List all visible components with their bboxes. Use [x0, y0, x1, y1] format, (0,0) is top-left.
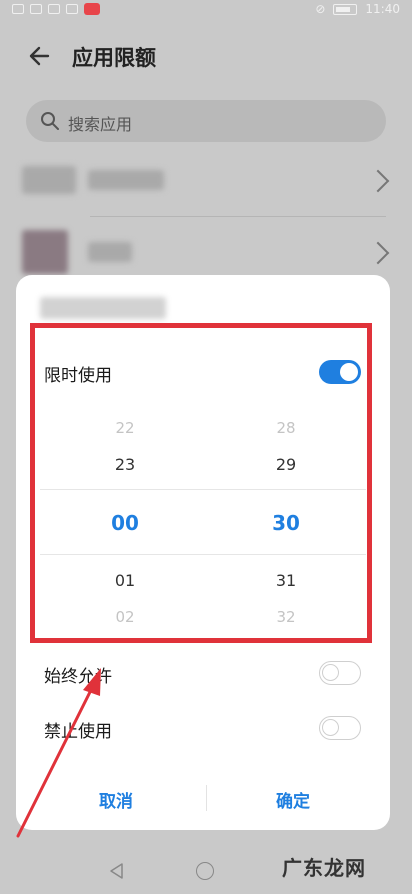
cancel-button[interactable]: 取消	[99, 787, 133, 812]
minute-option[interactable]: 29	[256, 455, 316, 474]
status-time: 11:40	[365, 2, 400, 16]
app-icon	[22, 230, 68, 274]
minute-option[interactable]: 31	[256, 571, 316, 590]
nav-back-icon[interactable]	[108, 862, 126, 880]
hour-option[interactable]: 22	[95, 419, 155, 437]
picker-selection-line	[40, 554, 366, 555]
lightning-icon	[66, 4, 78, 14]
forbid-use-toggle[interactable]	[319, 716, 361, 740]
minute-selected[interactable]: 30	[256, 511, 316, 535]
battery-icon	[333, 3, 358, 15]
confirm-button[interactable]: 确定	[276, 787, 310, 812]
app-icon	[22, 166, 76, 194]
chevron-right-icon	[366, 241, 390, 265]
minute-option[interactable]: 32	[256, 608, 316, 626]
hourglass-icon	[48, 4, 60, 14]
list-item[interactable]	[22, 230, 392, 274]
watermark: 广东龙网	[282, 856, 366, 880]
chevron-right-icon	[366, 169, 390, 193]
hour-selected[interactable]: 00	[95, 511, 155, 535]
hour-option[interactable]: 01	[95, 571, 155, 590]
status-icons-right: ⊘ 11:40	[315, 2, 400, 16]
status-icons-left	[12, 3, 100, 15]
hour-option[interactable]: 02	[95, 608, 155, 626]
sim-icon	[12, 4, 24, 14]
app-notification-icon	[84, 3, 100, 15]
nav-home-icon[interactable]	[196, 862, 214, 880]
time-picker[interactable]: 22 23 00 01 02 28 29 30 31 32	[16, 275, 390, 655]
status-bar: ⊘ 11:40	[0, 0, 412, 22]
divider	[90, 216, 386, 217]
picker-selection-line	[40, 489, 366, 490]
time-limit-dialog: 限时使用 22 23 00 01 02 28 29 30 31 32 始终允许 …	[16, 275, 390, 830]
wifi-icon	[30, 4, 42, 14]
app-name	[88, 242, 132, 262]
page-title: 应用限额	[72, 46, 156, 70]
search-input[interactable]: 搜索应用	[26, 100, 386, 142]
action-divider	[206, 785, 207, 811]
list-item[interactable]	[22, 162, 392, 202]
always-allow-label: 始终允许	[44, 667, 112, 687]
minute-option[interactable]: 28	[256, 419, 316, 437]
forbid-use-label: 禁止使用	[44, 722, 112, 742]
hour-option[interactable]: 23	[95, 455, 155, 474]
search-icon	[40, 111, 60, 131]
search-placeholder: 搜索应用	[68, 115, 133, 134]
always-allow-toggle[interactable]	[319, 661, 361, 685]
back-arrow-icon[interactable]	[26, 42, 54, 70]
mute-icon: ⊘	[315, 2, 326, 16]
app-name	[88, 170, 164, 190]
